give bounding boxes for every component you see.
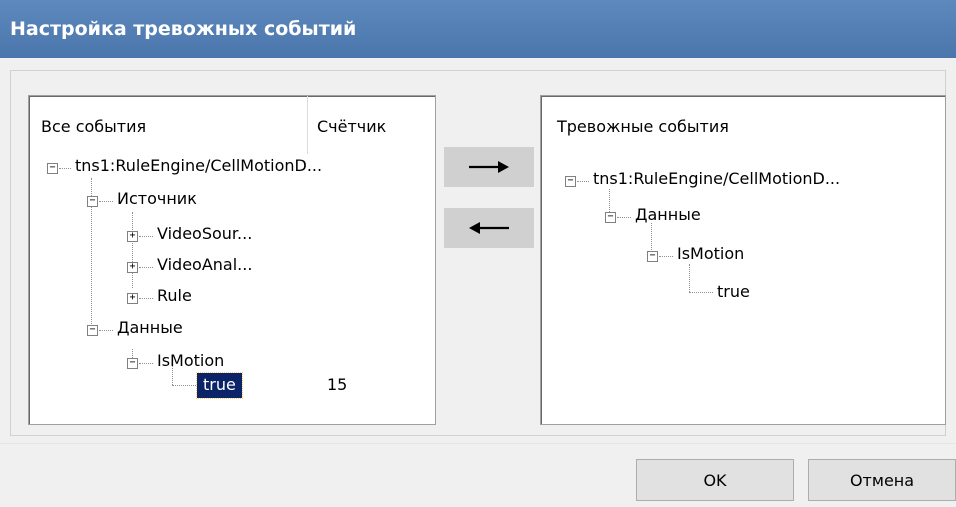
tree-node-is-motion[interactable]: IsMotion: [157, 351, 224, 370]
cancel-button[interactable]: Отмена: [808, 459, 956, 501]
footer-divider: [0, 443, 956, 444]
collapse-toggle-icon[interactable]: −: [127, 358, 138, 369]
alarm-tree-node-data[interactable]: Данные: [635, 205, 701, 224]
tree-node-video-analytics[interactable]: VideoAnal...: [157, 255, 252, 274]
tree-line: [139, 298, 153, 299]
arrow-right-icon: [469, 161, 509, 173]
expand-toggle-icon[interactable]: +: [127, 262, 138, 273]
tree-line: [689, 264, 690, 292]
tree-node-source[interactable]: Источник: [117, 189, 197, 208]
collapse-toggle-icon[interactable]: −: [605, 212, 616, 223]
all-events-tree[interactable]: Все события Счётчик − tns1:RuleEngine/Ce…: [28, 95, 436, 425]
all-events-header: Все события: [41, 117, 147, 136]
tree-node-root[interactable]: tns1:RuleEngine/CellMotionD...: [75, 156, 322, 175]
tree-line: [617, 217, 631, 218]
tree-line: [132, 212, 133, 288]
event-counter-value: 15: [327, 375, 348, 394]
tree-node-true-selected[interactable]: true: [196, 372, 243, 399]
alarm-tree-node-root[interactable]: tns1:RuleEngine/CellMotionD...: [593, 169, 840, 188]
collapse-toggle-icon[interactable]: −: [565, 176, 576, 187]
add-to-alarm-button[interactable]: [444, 147, 534, 187]
tree-line: [139, 363, 153, 364]
tree-line: [99, 201, 113, 202]
collapse-toggle-icon[interactable]: −: [87, 196, 98, 207]
tree-line: [59, 168, 71, 169]
tree-line: [659, 256, 673, 257]
alarm-events-tree[interactable]: Тревожные события − tns1:RuleEngine/Cell…: [540, 95, 946, 425]
alarm-tree-node-is-motion[interactable]: IsMotion: [677, 244, 744, 263]
tree-line: [689, 292, 713, 293]
tree-line: [139, 267, 153, 268]
tree-node-video-source[interactable]: VideoSour...: [157, 224, 252, 243]
collapse-toggle-icon[interactable]: −: [647, 251, 658, 262]
alarm-tree-node-true[interactable]: true: [717, 282, 750, 301]
tree-line: [172, 385, 196, 386]
dialog-title: Настройка тревожных событий: [0, 0, 956, 58]
collapse-toggle-icon[interactable]: −: [87, 325, 98, 336]
remove-from-alarm-button[interactable]: [444, 208, 534, 248]
tree-node-rule[interactable]: Rule: [157, 286, 192, 305]
tree-line: [99, 330, 113, 331]
column-separator: [307, 96, 308, 154]
expand-toggle-icon[interactable]: +: [127, 231, 138, 242]
expand-toggle-icon[interactable]: +: [127, 293, 138, 304]
counter-header: Счётчик: [317, 117, 387, 136]
collapse-toggle-icon[interactable]: −: [47, 163, 58, 174]
ok-button[interactable]: OK: [636, 459, 794, 501]
tree-node-data[interactable]: Данные: [117, 318, 183, 337]
tree-line: [577, 181, 589, 182]
alarm-events-header: Тревожные события: [557, 117, 729, 136]
arrow-left-icon: [469, 222, 509, 234]
tree-line: [139, 236, 153, 237]
